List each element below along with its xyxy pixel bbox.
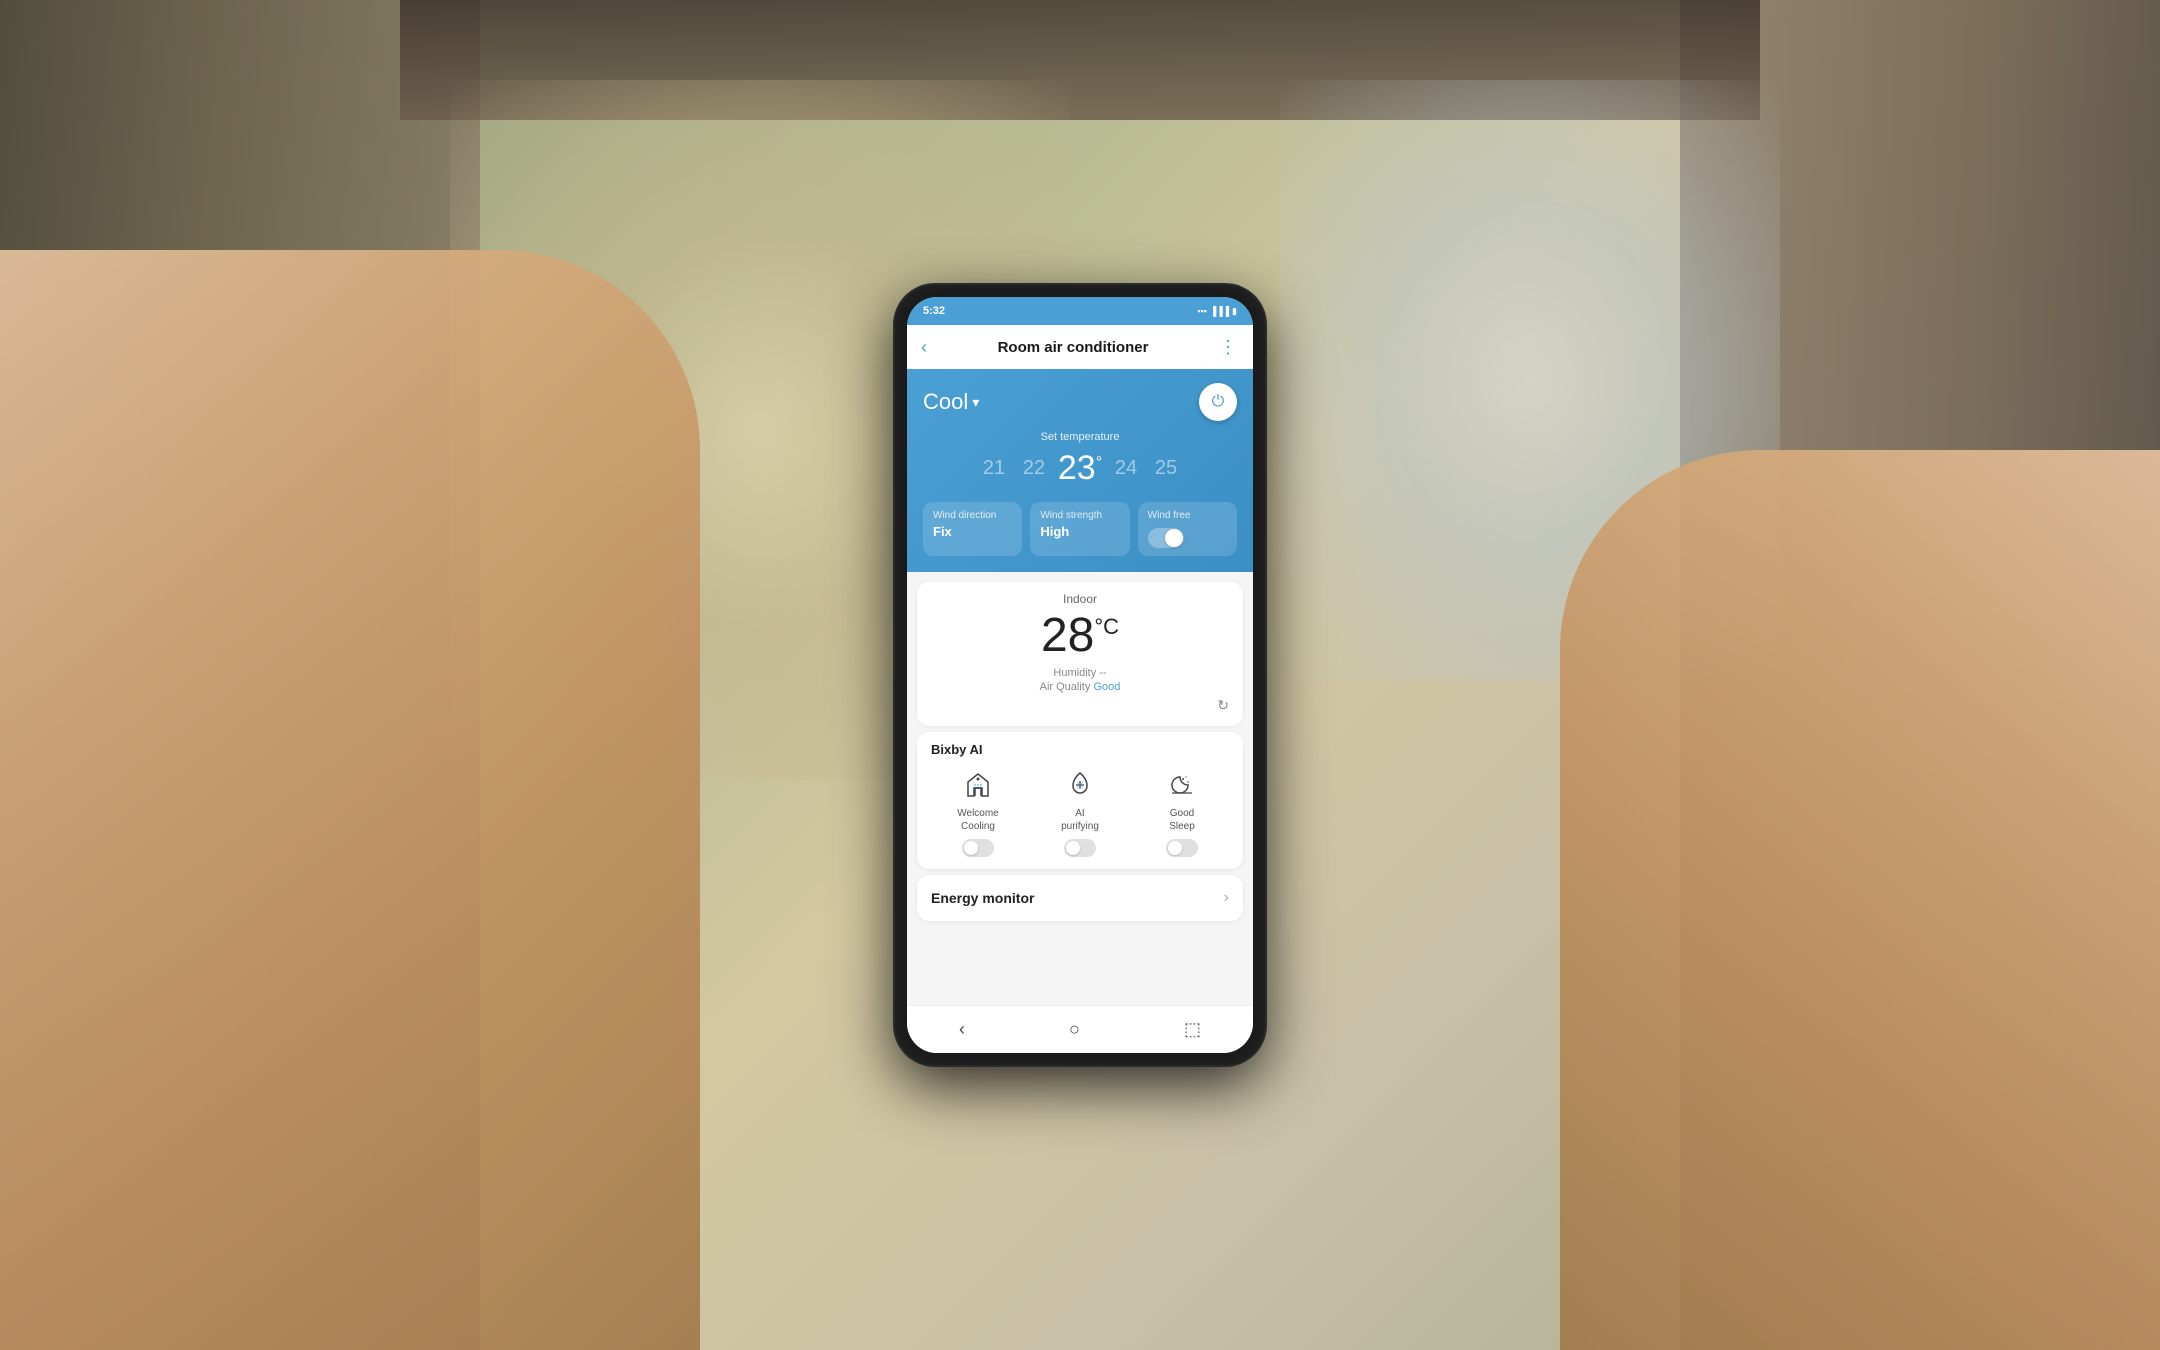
indoor-title: Indoor — [931, 592, 1229, 606]
indoor-temperature: 28°C — [931, 610, 1229, 663]
power-icon: ⏻ — [1212, 393, 1225, 411]
wind-strength-value: High — [1040, 524, 1119, 539]
home-bar: ‹ ○ ⬚ — [907, 1005, 1253, 1053]
temp-25[interactable]: 25 — [1146, 457, 1186, 480]
temp-22[interactable]: 22 — [1014, 457, 1054, 480]
nav-back-button[interactable]: ‹ — [943, 1011, 981, 1048]
wind-strength-card[interactable]: Wind strength High — [1030, 502, 1129, 556]
wifi-icon: ▪▪▪ — [1197, 306, 1207, 316]
mode-label: Cool — [923, 389, 968, 415]
welcome-cooling-icon — [960, 767, 996, 803]
nav-recent-button[interactable]: ⬚ — [1168, 1011, 1217, 1048]
wind-free-card[interactable]: Wind free — [1138, 502, 1237, 556]
bixby-item-ai-purifying[interactable]: AIpurifying — [1033, 767, 1127, 857]
temperature-row: 21 22 23° 24 25 — [923, 449, 1237, 488]
phone-device: 5:32 ▪▪▪ ▐▐▐ ▮ ‹ Room air conditioner ⋮ … — [895, 285, 1265, 1065]
toggle-thumb — [1165, 529, 1183, 547]
good-sleep-toggle[interactable] — [1166, 839, 1198, 857]
wind-strength-label: Wind strength — [1040, 510, 1119, 521]
mode-dropdown-icon: ▾ — [972, 394, 979, 411]
temp-23-active[interactable]: 23° — [1054, 449, 1106, 488]
refresh-icon[interactable]: ↻ — [1217, 697, 1229, 714]
energy-monitor-arrow: › — [1224, 889, 1229, 907]
toggle-thumb-1 — [964, 841, 978, 855]
hand-left — [0, 250, 700, 1350]
nav-home-button[interactable]: ○ — [1053, 1011, 1096, 1048]
bixby-card: Bixby AI WelcomeCooli — [917, 732, 1243, 869]
power-button[interactable]: ⏻ — [1199, 383, 1237, 421]
bixby-item-good-sleep[interactable]: GoodSleep — [1135, 767, 1229, 857]
signal-icon: ▐▐▐ — [1210, 306, 1229, 316]
indoor-humidity: Humidity -- — [931, 667, 1229, 679]
good-sleep-icon — [1164, 767, 1200, 803]
temp-24[interactable]: 24 — [1106, 457, 1146, 480]
wind-direction-value: Fix — [933, 524, 1012, 539]
energy-monitor-row[interactable]: Energy monitor › — [917, 875, 1243, 921]
bixby-item-welcome-cooling[interactable]: WelcomeCooling — [931, 767, 1025, 857]
bixby-title: Bixby AI — [931, 742, 1229, 757]
page-title: Room air conditioner — [998, 339, 1149, 356]
toggle-thumb-2 — [1066, 841, 1080, 855]
energy-monitor-label: Energy monitor — [931, 890, 1034, 906]
mode-row: Cool ▾ ⏻ — [923, 383, 1237, 421]
mode-selector[interactable]: Cool ▾ — [923, 389, 979, 415]
indoor-card: Indoor 28°C Humidity -- Air Quality Good… — [917, 582, 1243, 726]
back-button[interactable]: ‹ — [921, 337, 927, 358]
indoor-temp-unit: °C — [1094, 614, 1119, 639]
air-quality-label: Air Quality — [1040, 681, 1091, 693]
welcome-cooling-label: WelcomeCooling — [957, 807, 999, 833]
air-quality-value: Good — [1093, 681, 1120, 693]
menu-button[interactable]: ⋮ — [1219, 337, 1239, 358]
wind-free-toggle[interactable] — [1148, 528, 1184, 548]
ai-purifying-icon — [1062, 767, 1098, 803]
ai-purifying-label: AIpurifying — [1061, 807, 1099, 833]
good-sleep-label: GoodSleep — [1169, 807, 1195, 833]
toggle-thumb-3 — [1168, 841, 1182, 855]
hand-right — [1560, 450, 2160, 1350]
status-icons: ▪▪▪ ▐▐▐ ▮ — [1197, 306, 1237, 317]
air-quality-row: Air Quality Good — [931, 681, 1229, 693]
wind-direction-label: Wind direction — [933, 510, 1012, 521]
controls-row: Wind direction Fix Wind strength High Wi… — [923, 502, 1237, 556]
indoor-temp-value: 28 — [1041, 609, 1094, 662]
temp-21[interactable]: 21 — [974, 457, 1014, 480]
status-time: 5:32 — [923, 305, 945, 317]
battery-icon: ▮ — [1232, 306, 1237, 317]
wind-free-label: Wind free — [1148, 510, 1191, 521]
ai-purifying-toggle[interactable] — [1064, 839, 1096, 857]
set-temperature-label: Set temperature — [923, 431, 1237, 443]
wind-direction-card[interactable]: Wind direction Fix — [923, 502, 1022, 556]
phone-screen: 5:32 ▪▪▪ ▐▐▐ ▮ ‹ Room air conditioner ⋮ … — [907, 297, 1253, 1053]
refresh-row: ↻ — [931, 697, 1229, 714]
bixby-items: WelcomeCooling — [931, 767, 1229, 857]
degree-symbol: ° — [1096, 454, 1102, 471]
phone-wrapper: 5:32 ▪▪▪ ▐▐▐ ▮ ‹ Room air conditioner ⋮ … — [895, 285, 1265, 1065]
content-area: Indoor 28°C Humidity -- Air Quality Good… — [907, 572, 1253, 1005]
top-bar: ‹ Room air conditioner ⋮ — [907, 325, 1253, 369]
status-bar: 5:32 ▪▪▪ ▐▐▐ ▮ — [907, 297, 1253, 325]
welcome-cooling-toggle[interactable] — [962, 839, 994, 857]
blue-panel: Cool ▾ ⏻ Set temperature 21 22 23° 24 25 — [907, 369, 1253, 572]
